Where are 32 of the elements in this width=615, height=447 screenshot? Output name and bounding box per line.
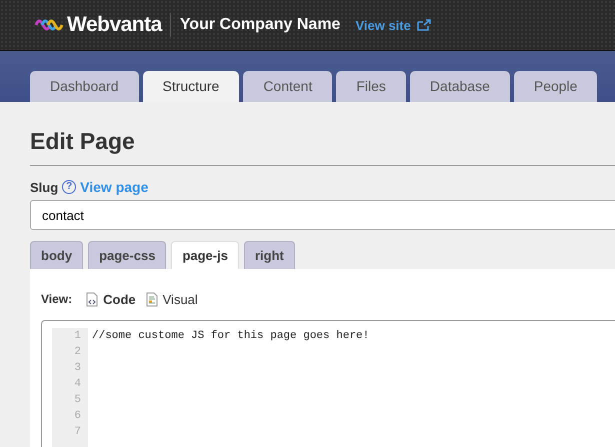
- editor-tab[interactable]: right: [244, 241, 295, 269]
- view-mode-button[interactable]: Code: [86, 292, 136, 306]
- nav-tab[interactable]: Dashboard: [30, 71, 138, 102]
- line-number: 7: [73, 425, 82, 440]
- nav-tab[interactable]: Database: [410, 71, 510, 102]
- nav-tab[interactable]: Files: [336, 71, 406, 102]
- editor-tab[interactable]: page-css: [88, 241, 166, 269]
- editor-tab[interactable]: body: [30, 241, 84, 269]
- line-number: 2: [73, 345, 82, 360]
- code-line: //some custome JS for this page goes here!: [92, 330, 370, 342]
- logo-icon: [34, 17, 64, 33]
- line-number: 3: [73, 361, 82, 376]
- line-number: 1: [73, 329, 82, 344]
- slug-label: Slug: [30, 180, 58, 194]
- editor-tab[interactable]: page-js: [171, 241, 239, 269]
- help-icon[interactable]: ?: [62, 180, 76, 194]
- view-site-link[interactable]: View site: [355, 18, 411, 32]
- line-number: 5: [73, 393, 82, 408]
- nav-tab[interactable]: Content: [243, 71, 332, 102]
- brand-name: Webvanta: [67, 13, 162, 37]
- company-name: Your Company Name: [180, 16, 340, 34]
- view-label: View:: [41, 292, 72, 306]
- document-icon: [146, 292, 158, 306]
- external-link-icon: [416, 19, 431, 31]
- page-title: Edit Page: [30, 127, 136, 156]
- line-number: 6: [73, 409, 82, 424]
- nav-tab[interactable]: People: [514, 71, 598, 102]
- line-number: 4: [73, 377, 82, 392]
- slug-field[interactable]: contact: [30, 200, 615, 230]
- nav-tab[interactable]: Structure: [142, 71, 240, 102]
- code-file-icon: [86, 292, 98, 306]
- view-mode-button[interactable]: Visual: [146, 292, 198, 306]
